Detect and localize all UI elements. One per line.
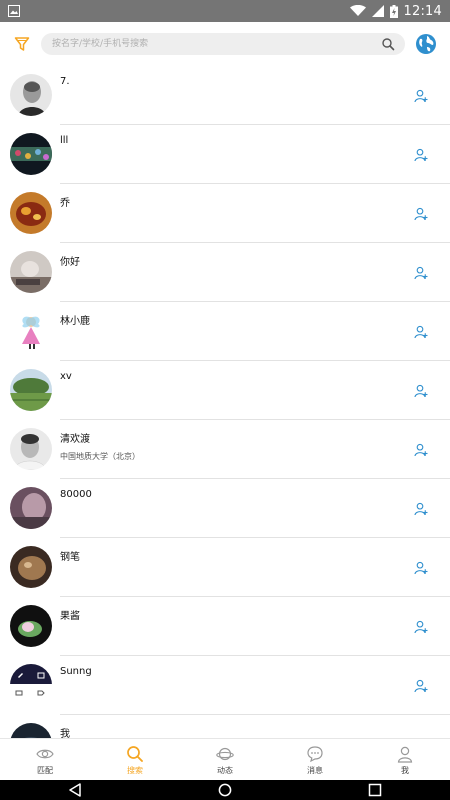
add-friend-button[interactable] xyxy=(414,619,428,634)
list-item[interactable]: 80000 xyxy=(0,479,450,538)
user-name: 果酱 xyxy=(60,611,80,622)
user-name: 你好 xyxy=(60,257,80,268)
list-item[interactable]: Sunng xyxy=(0,656,450,715)
add-friend-icon xyxy=(414,266,428,280)
home-icon[interactable] xyxy=(218,783,232,797)
add-friend-button[interactable] xyxy=(414,678,428,693)
back-icon[interactable] xyxy=(68,783,82,797)
user-name: 钢笔 xyxy=(60,552,80,563)
add-friend-button[interactable] xyxy=(414,560,428,575)
add-friend-icon xyxy=(414,620,428,634)
filter-button[interactable] xyxy=(9,31,35,57)
search-icon[interactable] xyxy=(381,37,395,51)
search-icon xyxy=(127,745,143,762)
avatar[interactable] xyxy=(10,133,52,175)
list-item[interactable]: 果酱 xyxy=(0,597,450,656)
battery-icon xyxy=(389,4,398,18)
tab-label: 动态 xyxy=(217,765,233,775)
add-friend-icon xyxy=(414,502,428,516)
clock: 12:14 xyxy=(403,3,442,19)
avatar[interactable] xyxy=(10,664,52,706)
list-item[interactable]: 清欢渡 中国地质大学（北京） xyxy=(0,420,450,479)
list-item[interactable]: 你好 xyxy=(0,243,450,302)
tab-match[interactable]: 匹配 xyxy=(0,739,90,781)
recents-icon[interactable] xyxy=(368,783,382,797)
search-box xyxy=(41,33,405,55)
wifi-icon xyxy=(349,5,366,16)
tab-label: 我 xyxy=(401,765,409,775)
add-friend-button[interactable] xyxy=(414,265,428,280)
add-friend-icon xyxy=(414,384,428,398)
list-item[interactable]: lll xyxy=(0,125,450,184)
add-friend-button[interactable] xyxy=(414,206,428,221)
planet-icon xyxy=(216,747,234,760)
avatar[interactable] xyxy=(10,251,52,293)
user-name: xv xyxy=(60,371,72,382)
search-header xyxy=(0,22,450,66)
add-friend-button[interactable] xyxy=(414,501,428,516)
avatar[interactable] xyxy=(10,546,52,588)
tab-messages[interactable]: 消息 xyxy=(270,739,360,781)
list-item[interactable]: xv xyxy=(0,361,450,420)
add-friend-icon xyxy=(414,148,428,162)
image-notification-icon xyxy=(8,5,20,17)
add-friend-icon xyxy=(414,325,428,339)
avatar[interactable] xyxy=(10,192,52,234)
tab-label: 搜索 xyxy=(127,765,143,775)
status-bar: 12:14 xyxy=(0,0,450,22)
avatar[interactable] xyxy=(10,605,52,647)
user-name: lll xyxy=(60,135,69,146)
list-item[interactable]: 7. xyxy=(0,66,450,125)
avatar[interactable] xyxy=(10,723,52,738)
system-nav-bar xyxy=(0,780,450,800)
avatar[interactable] xyxy=(10,428,52,470)
add-friend-button[interactable] xyxy=(414,442,428,457)
user-name: 乔 xyxy=(60,198,70,209)
tab-label: 消息 xyxy=(307,765,323,775)
list-item[interactable]: 我 xyxy=(0,715,450,738)
add-friend-button[interactable] xyxy=(414,88,428,103)
avatar[interactable] xyxy=(10,310,52,352)
add-friend-icon xyxy=(414,443,428,457)
list-item[interactable]: 乔 xyxy=(0,184,450,243)
tab-moments[interactable]: 动态 xyxy=(180,739,270,781)
list-item[interactable]: 林小鹿 xyxy=(0,302,450,361)
tab-label: 匹配 xyxy=(37,765,53,775)
person-icon xyxy=(397,746,413,763)
search-input[interactable] xyxy=(50,38,374,50)
tab-me[interactable]: 我 xyxy=(360,739,450,781)
user-list: 7. lll 乔 你好 林小鹿 xv 清欢渡 中国地质大学（北京） 80000 … xyxy=(0,66,450,738)
add-friend-icon xyxy=(414,89,428,103)
user-name: 80000 xyxy=(60,489,92,500)
add-friend-icon xyxy=(414,561,428,575)
tab-search[interactable]: 搜索 xyxy=(90,739,180,781)
list-item[interactable]: 钢笔 xyxy=(0,538,450,597)
chat-icon xyxy=(307,745,323,762)
user-name: 清欢渡 xyxy=(60,434,90,445)
globe-icon xyxy=(416,34,436,54)
user-name: 林小鹿 xyxy=(60,316,90,327)
avatar[interactable] xyxy=(10,74,52,116)
avatar[interactable] xyxy=(10,369,52,411)
add-friend-icon xyxy=(414,207,428,221)
eye-icon xyxy=(36,749,54,758)
bottom-tab-bar: 匹配 搜索 动态 消息 我 xyxy=(0,738,450,781)
user-name: 我 xyxy=(60,729,70,738)
add-friend-button[interactable] xyxy=(414,147,428,162)
user-school: 中国地质大学（北京） xyxy=(60,452,140,461)
cell-signal-icon xyxy=(371,5,384,17)
filter-icon xyxy=(14,37,30,51)
user-name: Sunng xyxy=(60,666,92,677)
user-name: 7. xyxy=(60,76,70,87)
add-friend-button[interactable] xyxy=(414,324,428,339)
globe-button[interactable] xyxy=(415,33,437,55)
add-friend-button[interactable] xyxy=(414,383,428,398)
avatar[interactable] xyxy=(10,487,52,529)
add-friend-icon xyxy=(414,679,428,693)
